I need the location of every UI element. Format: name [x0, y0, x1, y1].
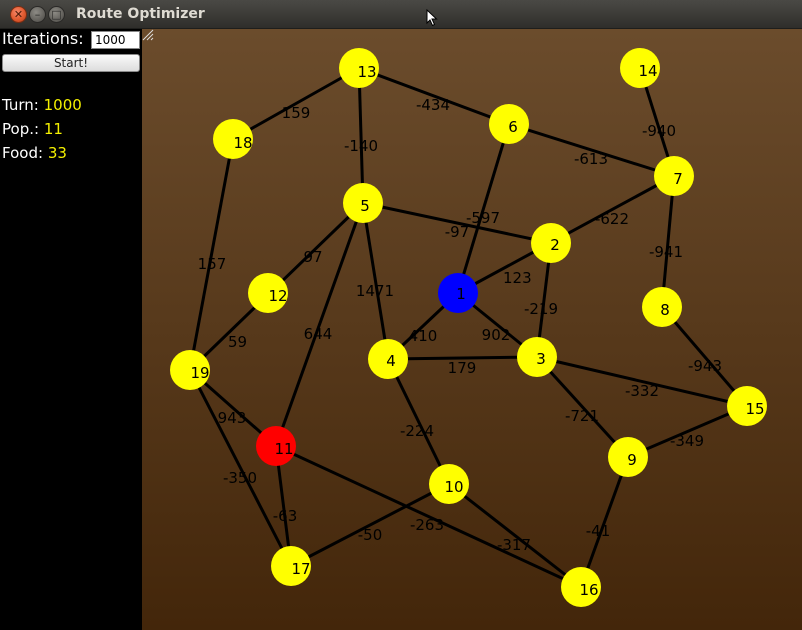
maximize-window-button[interactable]: □ [48, 6, 65, 23]
node-label: 3 [536, 350, 546, 368]
graph-canvas[interactable]: 159 -434 -140 -613 -97 -940 -622 -941 -597 97 1471… [142, 29, 802, 630]
edge-weight-label: 1471 [356, 282, 394, 300]
edge-weight-label: -50 [358, 526, 383, 544]
node-label: 15 [745, 400, 764, 418]
control-panel: Iterations: Start! Turn: 1000 Pop.: 11 F… [0, 29, 142, 630]
node-label: 8 [660, 301, 670, 319]
edge-weight-label: 943 [218, 409, 247, 427]
edge-weight-label: -940 [642, 122, 676, 140]
route-graph[interactable]: 159 -434-140-613-97-940-622-941-597971471… [142, 29, 802, 630]
node-label: 18 [233, 134, 252, 152]
edge-weight-label: -263 [410, 516, 444, 534]
window-title: Route Optimizer [76, 6, 205, 22]
nodes-layer [170, 48, 767, 607]
population-value: 11 [43, 120, 63, 138]
minimize-window-button[interactable]: – [29, 6, 46, 23]
node-label: 2 [550, 236, 560, 254]
edge-weight-label: -349 [670, 432, 704, 450]
edge-weight-label: -219 [524, 300, 558, 318]
node-label: 7 [673, 170, 683, 188]
edge-weight-label: 902 [482, 326, 511, 344]
edge-weight-label: 97 [303, 248, 322, 266]
node-label: 16 [579, 581, 598, 599]
mouse-cursor-icon [426, 9, 438, 27]
turn-value: 1000 [43, 96, 82, 114]
edge-weight-label: 157 [198, 255, 227, 273]
node-label: 13 [357, 63, 376, 81]
edge-weight-label: -140 [344, 137, 378, 155]
title-bar: ✕ – □ Route Optimizer [0, 0, 802, 29]
edge-weight-label: -332 [625, 382, 659, 400]
resize-grip-icon[interactable] [142, 29, 154, 41]
start-button[interactable]: Start! [2, 54, 140, 72]
iterations-input[interactable] [91, 31, 140, 49]
edge-weight-label: -317 [497, 536, 531, 554]
node-label: 1 [456, 285, 466, 303]
labels-layer: 159 -434-140-613-97-940-622-941-597971471… [190, 62, 764, 599]
node-label: 12 [268, 287, 287, 305]
node-label: 14 [638, 62, 657, 80]
food-stat: Food: 33 [2, 144, 67, 162]
edge-weight-label: -350 [223, 469, 257, 487]
edge-weight-label: -613 [574, 150, 608, 168]
node-label: 4 [386, 352, 396, 370]
edge-weight-label: -41 [586, 522, 611, 540]
edge-13-5 [357, 67, 365, 204]
node-label: 17 [291, 560, 310, 578]
edge-weight-label: -943 [688, 357, 722, 375]
edge-weight-label: 59 [228, 333, 247, 351]
node-label: 5 [360, 197, 370, 215]
edge-weight-label: 159 [282, 104, 311, 122]
turn-stat: Turn: 1000 [2, 96, 82, 114]
node-label: 6 [508, 118, 518, 136]
iterations-label: Iterations: [2, 29, 84, 48]
edge-weight-label: -941 [649, 243, 683, 261]
edge-weight-label: 123 [503, 269, 532, 287]
close-window-button[interactable]: ✕ [10, 6, 27, 23]
population-stat: Pop.: 11 [2, 120, 63, 138]
edge-weight-label: 644 [304, 325, 333, 343]
edge-weight-label: -224 [400, 422, 434, 440]
edge-weight-label: -597 [466, 209, 500, 227]
food-value: 33 [47, 144, 67, 162]
node-label: 19 [190, 364, 209, 382]
turn-label: Turn: [2, 96, 39, 114]
edge-weight-label: 179 [448, 359, 477, 377]
population-label: Pop.: [2, 120, 40, 138]
edge-weight-label: -622 [595, 210, 629, 228]
edge-weight-label: -434 [416, 96, 450, 114]
edge-weight-label: -63 [273, 507, 298, 525]
node-label: 9 [627, 451, 637, 469]
node-label: 11 [274, 440, 293, 458]
food-label: Food: [2, 144, 44, 162]
edge-weight-label: -721 [565, 407, 599, 425]
edge-weight-label: 410 [409, 327, 438, 345]
edge-19-17 [188, 369, 293, 567]
edge-5-4 [361, 202, 390, 360]
node-label: 10 [444, 478, 463, 496]
